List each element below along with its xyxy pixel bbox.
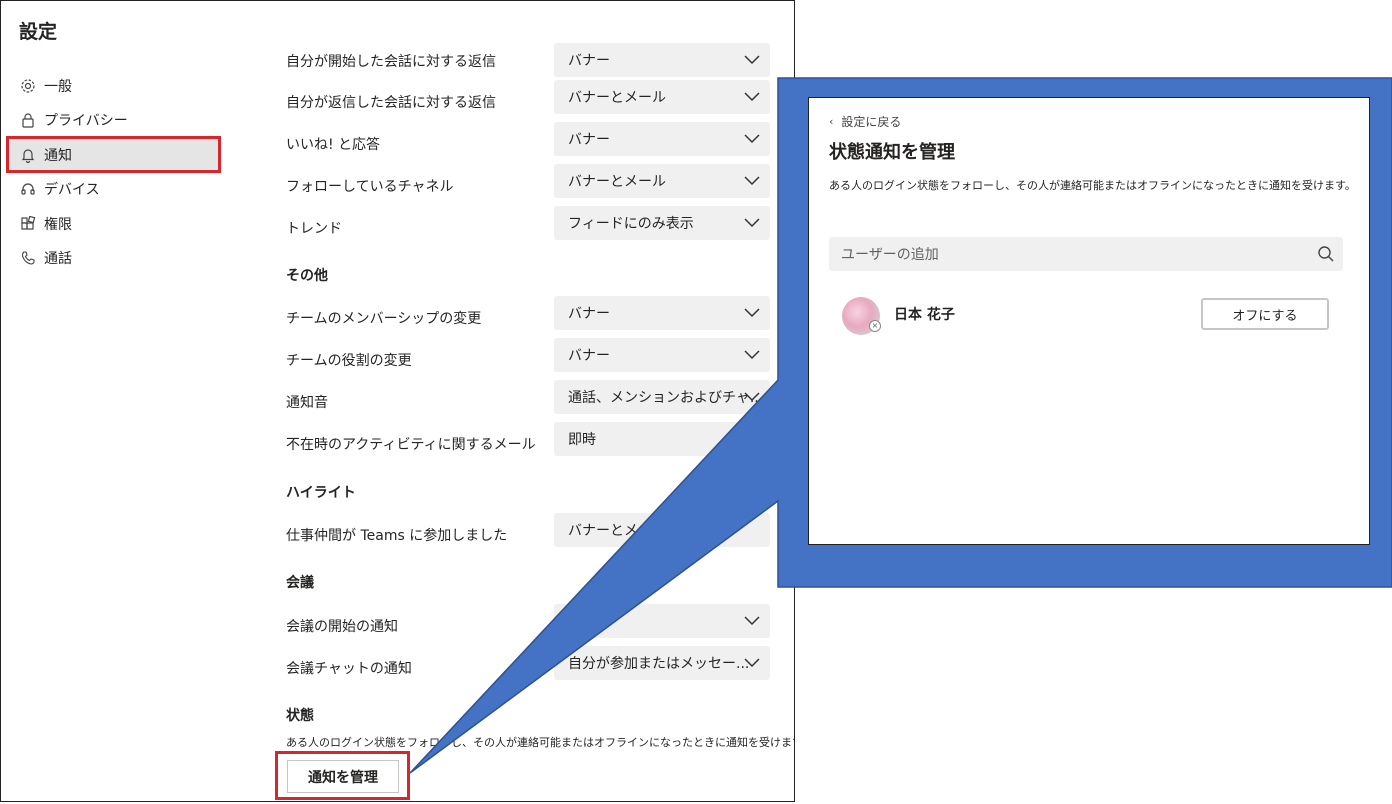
dropdown-value: 即時 <box>568 432 596 448</box>
gear-icon <box>19 77 37 95</box>
panel-title: 状態通知を管理 <box>829 142 955 163</box>
dropdown-value: バナー <box>568 306 610 322</box>
manage-status-panel: ‹ 設定に戻る 状態通知を管理 ある人のログイン状態をフォローし、その人が連絡可… <box>808 97 1370 545</box>
sidebar-item-notifications[interactable]: 通知 <box>19 142 72 168</box>
section-heading-status: 状態 <box>286 708 314 724</box>
page-title: 設定 <box>19 21 58 43</box>
chevron-down-icon <box>744 392 760 402</box>
setting-dropdown[interactable]: バナー <box>554 296 770 330</box>
setting-label: 自分が返信した会話に対する返信 <box>286 95 496 111</box>
sidebar-item-label: 一般 <box>44 79 72 95</box>
setting-dropdown[interactable]: バナー <box>554 122 770 156</box>
back-label: 設定に戻る <box>841 115 902 129</box>
search-icon <box>1318 246 1334 262</box>
setting-dropdown[interactable]: バナーとメール <box>554 80 770 114</box>
bell-icon <box>19 146 37 164</box>
dropdown-value: バナーとメール <box>568 90 666 106</box>
sidebar-item-label: デバイス <box>44 182 100 198</box>
setting-dropdown[interactable]: バナー <box>554 338 770 372</box>
sidebar-item-permissions[interactable]: 権限 <box>19 211 72 237</box>
add-user-search[interactable]: ユーザーの追加 <box>829 237 1343 271</box>
setting-label: フォローしているチャネル <box>286 179 454 195</box>
section-heading-highlights: ハイライト <box>286 485 356 501</box>
chevron-down-icon <box>744 308 760 318</box>
search-placeholder: ユーザーの追加 <box>841 247 939 263</box>
dropdown-value: バナーとメール <box>568 174 666 190</box>
dropdown-value: 自分が参加またはメッセー... <box>568 656 750 672</box>
apps-icon <box>19 215 37 233</box>
setting-dropdown[interactable] <box>554 604 770 638</box>
setting-label: 通知音 <box>286 395 328 411</box>
setting-label: チームのメンバーシップの変更 <box>286 311 482 327</box>
chevron-down-icon <box>744 176 760 186</box>
setting-label: 会議の開始の通知 <box>286 619 398 635</box>
sidebar-item-devices[interactable]: デバイス <box>19 176 100 202</box>
headset-icon <box>19 180 37 198</box>
dropdown-value: バナー <box>568 132 610 148</box>
dropdown-value: バナー <box>568 53 610 69</box>
status-description: ある人のログイン状態をフォローし、その人が連絡可能またはオフラインになったときに… <box>286 736 795 749</box>
section-heading-meetings: 会議 <box>286 575 314 591</box>
phone-icon <box>19 249 37 267</box>
setting-label: 不在時のアクティビティに関するメール <box>286 437 536 453</box>
dropdown-value: フィードにのみ表示 <box>568 216 694 232</box>
settings-window: 設定 一般 プライバシー 通知 デバイス 権限 通話 自分が開始した会話に対する… <box>0 0 795 802</box>
setting-dropdown[interactable]: フィードにのみ表示 <box>554 206 770 240</box>
setting-dropdown[interactable]: バナー <box>554 43 770 77</box>
sidebar-item-general[interactable]: 一般 <box>19 73 72 99</box>
sidebar-item-label: 通知 <box>44 148 72 164</box>
chevron-down-icon <box>744 92 760 102</box>
dropdown-value: 通話、メンションおよびチャ... <box>568 390 764 406</box>
lock-icon <box>19 111 37 129</box>
manage-notifications-button[interactable]: 通知を管理 <box>287 760 399 793</box>
presence-unknown-icon: × <box>869 320 881 332</box>
setting-dropdown[interactable]: バナーとメール <box>554 513 770 547</box>
chevron-down-icon <box>744 55 760 65</box>
sidebar-item-calls[interactable]: 通話 <box>19 245 72 271</box>
setting-dropdown[interactable]: 自分が参加またはメッセー... <box>554 646 770 680</box>
back-link[interactable]: ‹ 設定に戻る <box>829 113 901 130</box>
setting-dropdown[interactable]: バナーとメール <box>554 164 770 198</box>
setting-label: トレンド <box>286 221 342 237</box>
panel-description: ある人のログイン状態をフォローし、その人が連絡可能またはオフラインになったときに… <box>829 179 1356 192</box>
dropdown-value: バナーとメール <box>568 523 666 539</box>
chevron-left-icon: ‹ <box>829 115 834 128</box>
sidebar-item-label: 権限 <box>44 217 72 233</box>
turn-off-button[interactable]: オフにする <box>1201 298 1329 330</box>
setting-label: 仕事仲間が Teams に参加しました <box>286 528 508 544</box>
setting-label: いいね! と応答 <box>286 137 381 153</box>
user-name: 日本 花子 <box>894 307 955 323</box>
setting-dropdown[interactable]: 通話、メンションおよびチャ... <box>554 380 770 414</box>
section-heading-other: その他 <box>286 268 328 284</box>
sidebar-item-label: プライバシー <box>44 113 128 129</box>
chevron-down-icon <box>744 658 760 668</box>
setting-label: 会議チャットの通知 <box>286 661 412 677</box>
setting-dropdown[interactable]: 即時 <box>554 422 770 456</box>
chevron-down-icon <box>744 350 760 360</box>
dropdown-value: バナー <box>568 348 610 364</box>
setting-label: 自分が開始した会話に対する返信 <box>286 54 496 70</box>
chevron-down-icon <box>744 218 760 228</box>
sidebar-item-privacy[interactable]: プライバシー <box>19 107 128 133</box>
sidebar-item-label: 通話 <box>44 251 72 267</box>
chevron-down-icon <box>744 616 760 626</box>
chevron-down-icon <box>744 134 760 144</box>
setting-label: チームの役割の変更 <box>286 353 412 369</box>
